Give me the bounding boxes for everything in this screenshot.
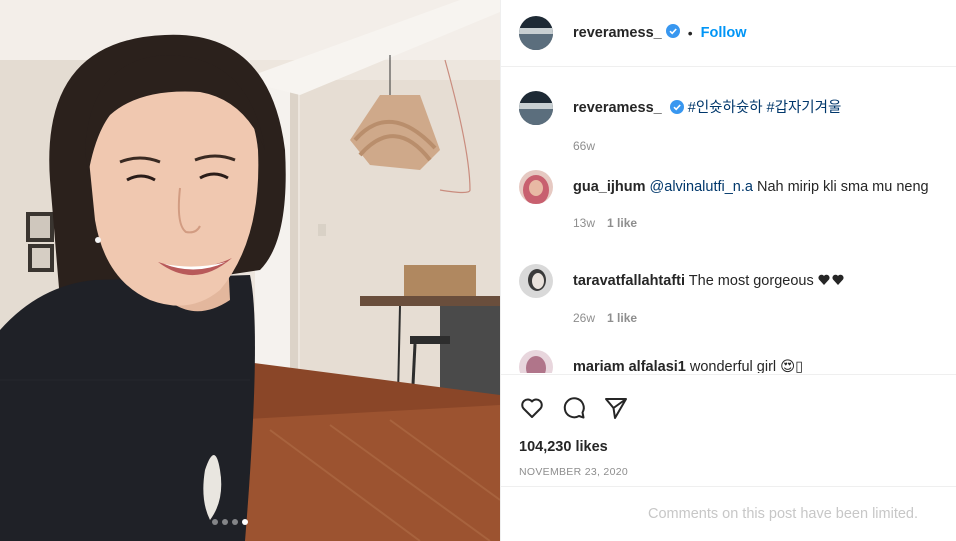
avatar[interactable]	[519, 170, 553, 204]
separator-dot: •	[687, 25, 693, 41]
carousel-dot	[232, 519, 238, 525]
comment-username[interactable]: mariam alfalasi1	[573, 359, 686, 373]
comments-list[interactable]: reveramess_ #인슛하슛하 #갑자기겨울 66w gua_ijhum …	[501, 67, 956, 373]
comment-bubble-icon[interactable]	[561, 395, 587, 421]
avatar[interactable]	[519, 91, 553, 125]
avatar[interactable]	[519, 350, 553, 373]
comment-likes[interactable]: 1 like	[607, 311, 637, 325]
likes-count[interactable]: 104,230 likes	[519, 439, 608, 455]
post-header: reveramess_ • Follow	[501, 0, 956, 67]
avatar[interactable]	[519, 16, 553, 50]
caption: reveramess_ #인슛하슛하 #갑자기겨울 66w	[519, 91, 841, 153]
share-paper-plane-icon[interactable]	[603, 395, 629, 421]
comment-time[interactable]: 26w	[573, 311, 595, 325]
verified-badge-icon	[665, 23, 680, 43]
comment-username[interactable]: taravatfallahtafti	[573, 273, 685, 289]
carousel-dot-active	[242, 519, 248, 525]
comments-limited-notice: Comments on this post have been limited.	[501, 486, 956, 541]
actions-bar: 104,230 likes NOVEMBER 23, 2020	[501, 374, 956, 478]
carousel-dot	[212, 519, 218, 525]
comment-item: taravatfallahtafti The most gorgeous 26w…	[519, 264, 846, 325]
comment-text: wonderful girl 😍▯	[685, 359, 804, 373]
comment-item: gua_ijhum @alvinalutfi_n.a Nah mirip kli…	[519, 170, 929, 230]
follow-button[interactable]: Follow	[701, 25, 747, 41]
comment-text: The most gorgeous	[685, 273, 818, 289]
like-heart-icon[interactable]	[519, 395, 545, 421]
black-heart-icon	[818, 273, 846, 291]
username-link[interactable]: reveramess_	[573, 25, 662, 41]
post-date[interactable]: NOVEMBER 23, 2020	[519, 466, 628, 478]
carousel-dot	[222, 519, 228, 525]
caption-time[interactable]: 66w	[573, 139, 595, 153]
carousel-indicator	[212, 519, 248, 525]
comment-likes[interactable]: 1 like	[607, 216, 637, 230]
comment-item: mariam alfalasi1 wonderful girl 😍▯	[519, 350, 803, 373]
caption-hashtags[interactable]: #인슛하슛하 #갑자기겨울	[688, 100, 842, 116]
post-sidebar: reveramess_ • Follow reveramess_ #인슛하슛하 …	[500, 0, 956, 541]
comment-username[interactable]: gua_ijhum	[573, 179, 646, 195]
post-photo[interactable]	[0, 0, 500, 541]
comment-text: Nah mirip kli sma mu neng	[752, 179, 929, 195]
comment-mention[interactable]: @alvinalutfi_n.a	[650, 179, 753, 195]
avatar[interactable]	[519, 264, 553, 298]
comment-time[interactable]: 13w	[573, 216, 595, 230]
verified-badge-icon	[669, 100, 684, 119]
caption-username[interactable]: reveramess_	[573, 100, 662, 116]
post: reveramess_ • Follow reveramess_ #인슛하슛하 …	[0, 0, 956, 541]
photo-image	[0, 0, 500, 541]
